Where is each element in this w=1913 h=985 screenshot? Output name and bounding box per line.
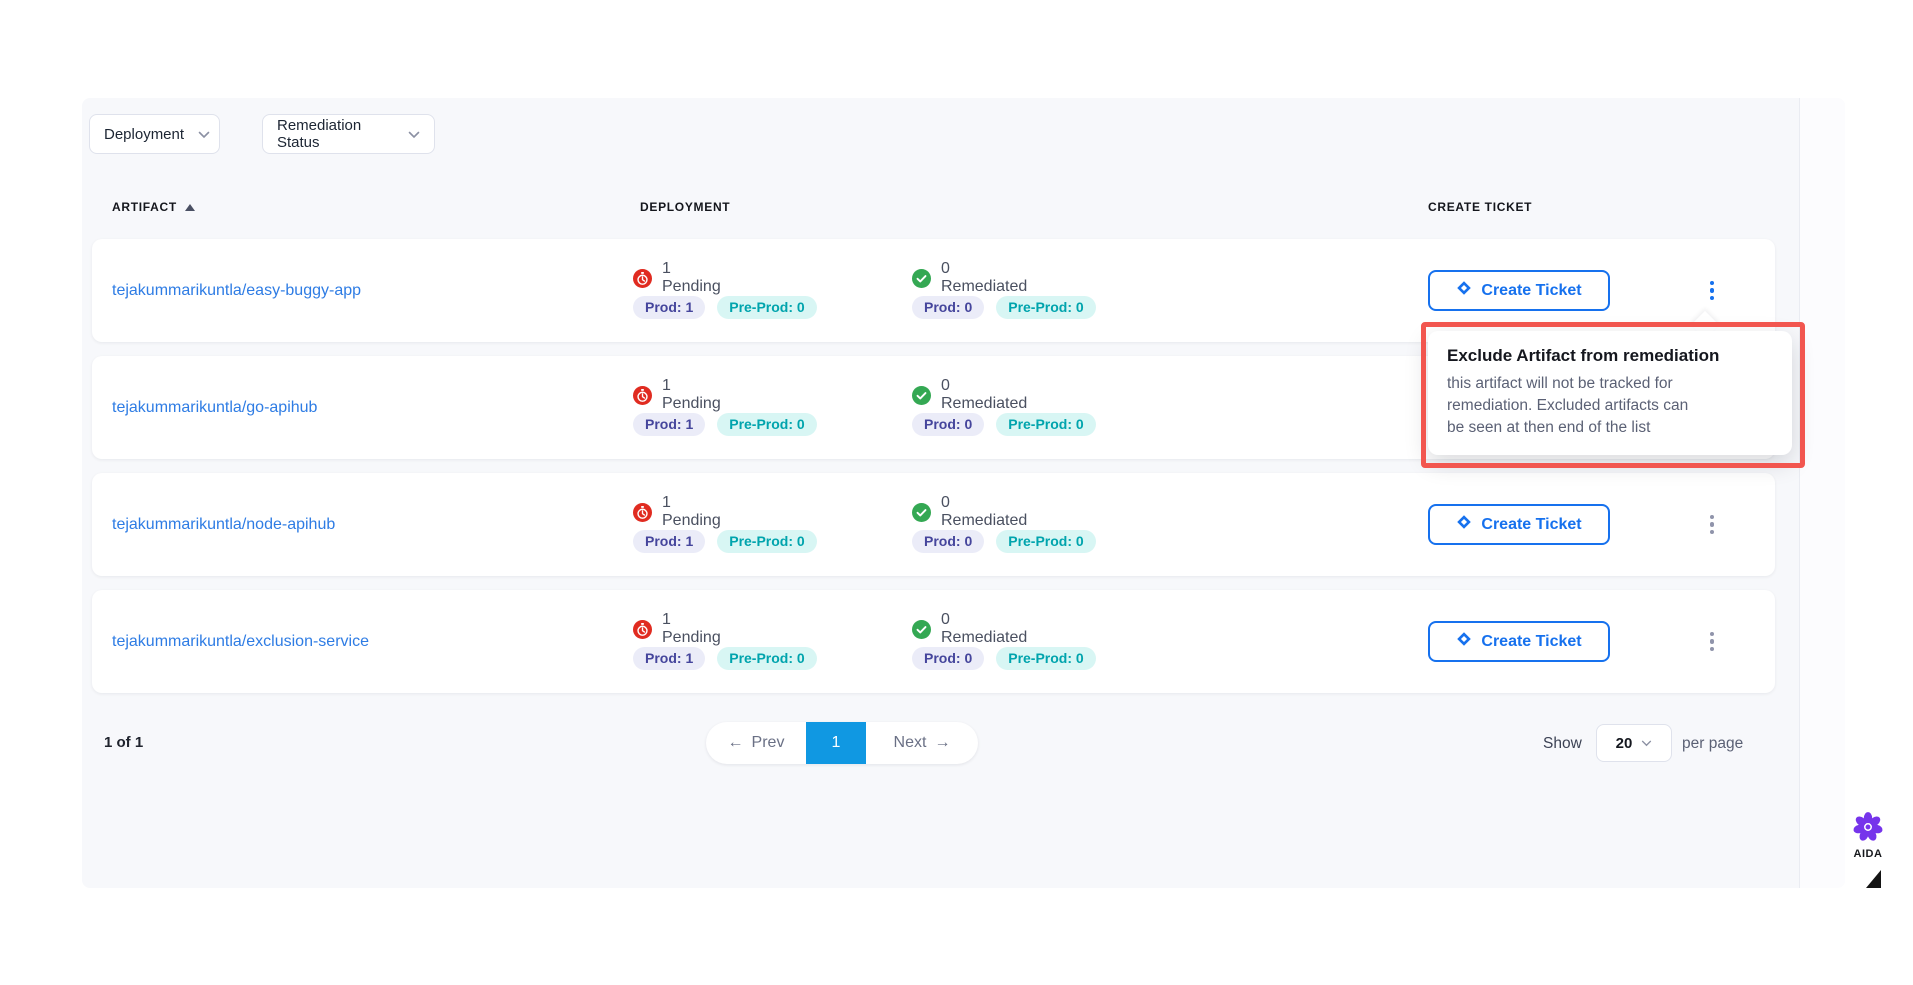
pending-clock-icon <box>633 269 652 288</box>
next-page-button[interactable]: Next → <box>866 722 978 764</box>
preprod-badge: Pre-Prod: 0 <box>996 296 1095 319</box>
prod-badge: Prod: 1 <box>633 296 705 319</box>
remediation-status-filter-dropdown[interactable]: Remediation Status <box>262 114 435 154</box>
tooltip-text-line: this artifact will not be tracked for <box>1447 373 1773 395</box>
pending-count-label: 1 Pending <box>662 494 721 530</box>
prod-badge: Prod: 0 <box>912 296 984 319</box>
row-actions-kebab-button[interactable] <box>1692 590 1732 693</box>
page-size-dropdown[interactable]: 20 <box>1596 724 1672 762</box>
prev-page-label: Prev <box>752 734 785 752</box>
create-ticket-label: Create Ticket <box>1481 282 1581 300</box>
create-ticket-label: Create Ticket <box>1481 633 1581 651</box>
pending-count-label: 1 Pending <box>662 377 721 413</box>
artifact-link[interactable]: tejakummarikuntla/go-apihub <box>112 356 317 459</box>
remediated-check-icon <box>912 503 931 522</box>
preprod-badge: Pre-Prod: 0 <box>996 647 1095 670</box>
screen: Deployment Remediation Status ARTIFACT D… <box>0 0 1913 985</box>
tooltip-text-line: be seen at then end of the list <box>1447 417 1773 439</box>
page-size-value: 20 <box>1616 735 1633 752</box>
deployment-filter-label: Deployment <box>104 126 184 143</box>
pending-count-label: 1 Pending <box>662 611 721 647</box>
preprod-badge: Pre-Prod: 0 <box>717 530 816 553</box>
artifact-link[interactable]: tejakummarikuntla/exclusion-service <box>112 590 369 693</box>
chevron-down-icon <box>1641 734 1652 752</box>
remediated-check-icon <box>912 269 931 288</box>
preprod-badge: Pre-Prod: 0 <box>717 296 816 319</box>
table-row: tejakummarikuntla/easy-buggy-app 1 Pendi… <box>92 239 1775 342</box>
cursor-artifact <box>1866 870 1881 888</box>
create-ticket-label: Create Ticket <box>1481 516 1581 534</box>
pending-count-label: 1 Pending <box>662 260 721 296</box>
aida-flower-icon <box>1843 810 1893 844</box>
create-ticket-button[interactable]: Create Ticket <box>1428 504 1610 545</box>
preprod-badge: Pre-Prod: 0 <box>996 530 1095 553</box>
prod-badge: Prod: 0 <box>912 647 984 670</box>
prod-badge: Prod: 1 <box>633 647 705 670</box>
table-row: tejakummarikuntla/exclusion-service 1 Pe… <box>92 590 1775 693</box>
page-summary: 1 of 1 <box>104 734 143 751</box>
remediated-count-label: 0 Remediated <box>941 377 1027 413</box>
exclude-artifact-tooltip: Exclude Artifact from remediation this a… <box>1428 331 1792 455</box>
prod-badge: Prod: 1 <box>633 413 705 436</box>
sort-ascending-icon <box>185 204 195 211</box>
pending-clock-icon <box>633 386 652 405</box>
remediated-count-label: 0 Remediated <box>941 260 1027 296</box>
remediated-check-icon <box>912 386 931 405</box>
column-header-create-ticket-label: CREATE TICKET <box>1428 200 1532 214</box>
artifact-link[interactable]: tejakummarikuntla/node-apihub <box>112 473 335 576</box>
arrow-right-icon: → <box>934 734 950 752</box>
remediated-check-icon <box>912 620 931 639</box>
column-header-artifact-label: ARTIFACT <box>112 200 177 214</box>
prev-page-button[interactable]: ← Prev <box>706 722 806 764</box>
table-row: tejakummarikuntla/node-apihub 1 Pending … <box>92 473 1775 576</box>
current-page-button[interactable]: 1 <box>806 722 866 764</box>
row-actions-kebab-button[interactable] <box>1692 473 1732 576</box>
preprod-badge: Pre-Prod: 0 <box>996 413 1095 436</box>
arrow-left-icon: ← <box>728 734 744 752</box>
tooltip-title: Exclude Artifact from remediation <box>1447 346 1773 366</box>
scrollbar-track[interactable] <box>1799 98 1845 888</box>
chevron-down-icon <box>408 126 420 143</box>
ticket-diamond-icon <box>1456 280 1472 301</box>
prod-badge: Prod: 0 <box>912 530 984 553</box>
remediation-status-filter-label: Remediation Status <box>277 117 394 151</box>
aida-label: AIDA <box>1843 848 1893 860</box>
deployment-filter-dropdown[interactable]: Deployment <box>89 114 220 154</box>
create-ticket-button[interactable]: Create Ticket <box>1428 621 1610 662</box>
aida-widget[interactable]: AIDA <box>1843 810 1893 860</box>
pending-clock-icon <box>633 620 652 639</box>
column-header-deployment: DEPLOYMENT <box>640 200 730 214</box>
pagination: ← Prev 1 Next → <box>706 722 978 764</box>
per-page-label: per page <box>1682 735 1743 753</box>
pending-clock-icon <box>633 503 652 522</box>
artifact-link[interactable]: tejakummarikuntla/easy-buggy-app <box>112 239 361 342</box>
preprod-badge: Pre-Prod: 0 <box>717 413 816 436</box>
chevron-down-icon <box>198 126 210 143</box>
ticket-diamond-icon <box>1456 514 1472 535</box>
preprod-badge: Pre-Prod: 0 <box>717 647 816 670</box>
prod-badge: Prod: 0 <box>912 413 984 436</box>
next-page-label: Next <box>894 734 927 752</box>
prod-badge: Prod: 1 <box>633 530 705 553</box>
column-header-artifact[interactable]: ARTIFACT <box>112 200 195 214</box>
create-ticket-button[interactable]: Create Ticket <box>1428 270 1610 311</box>
remediated-count-label: 0 Remediated <box>941 494 1027 530</box>
show-label: Show <box>1543 735 1582 753</box>
column-header-create-ticket: CREATE TICKET <box>1428 200 1532 214</box>
remediated-count-label: 0 Remediated <box>941 611 1027 647</box>
ticket-diamond-icon <box>1456 631 1472 652</box>
tooltip-text-line: remediation. Excluded artifacts can <box>1447 395 1773 417</box>
column-header-deployment-label: DEPLOYMENT <box>640 200 730 214</box>
